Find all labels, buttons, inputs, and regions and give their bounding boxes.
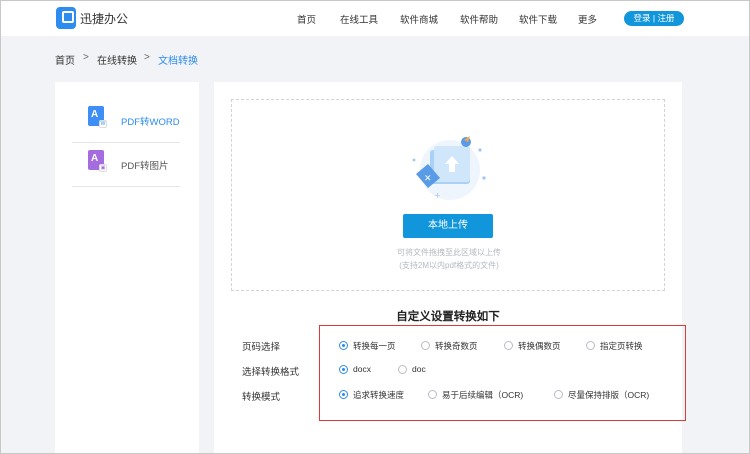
format-label: 选择转换格式	[242, 367, 300, 378]
top-navbar: 迅捷办公 首页 在线工具 软件商城 软件帮助 软件下载 更多 登录 | 注册	[0, 0, 750, 36]
highlight-annotation	[319, 325, 686, 421]
pdf-word-icon: W	[88, 106, 107, 128]
divider	[72, 186, 180, 187]
nav-home[interactable]: 首页	[297, 12, 316, 26]
login-register-button[interactable]: 登录 | 注册	[624, 11, 684, 26]
breadcrumb-doc-convert: 文档转换	[158, 56, 198, 67]
sidebar-item-pdf-to-image[interactable]: ▣ PDF转图片	[72, 144, 180, 188]
nav-more[interactable]: 更多	[578, 12, 597, 26]
svg-text:✕: ✕	[424, 174, 432, 184]
upload-dropzone[interactable]: ✕ + 本地上传 可将文件拖拽至此区域以上传 (支持2M以内pdf格式的文件)	[231, 99, 665, 291]
logo-icon[interactable]	[56, 7, 76, 29]
breadcrumb-separator: >	[83, 52, 89, 63]
nav-software-store[interactable]: 软件商城	[400, 12, 438, 26]
svg-text:+: +	[434, 191, 441, 200]
mode-label: 转换模式	[242, 392, 281, 403]
upload-hint: 可将文件拖拽至此区域以上传	[397, 248, 501, 257]
upload-format-hint: (支持2M以内pdf格式的文件)	[399, 261, 499, 270]
brand-name[interactable]: 迅捷办公	[80, 10, 128, 27]
pdf-image-icon: ▣	[88, 150, 107, 172]
breadcrumb-home[interactable]: 首页	[55, 52, 75, 67]
divider	[72, 142, 180, 143]
nav-software-download[interactable]: 软件下载	[519, 12, 557, 26]
sidebar-item-label: PDF转WORD	[121, 117, 180, 128]
page-selection-label: 页码选择	[242, 342, 281, 353]
nav-online-tools[interactable]: 在线工具	[340, 12, 378, 26]
nav-software-help[interactable]: 软件帮助	[460, 12, 498, 26]
local-upload-button[interactable]: 本地上传	[403, 214, 493, 238]
sidebar-item-pdf-to-word[interactable]: W PDF转WORD	[72, 100, 180, 144]
settings-title: 自定义设置转换如下	[396, 311, 500, 323]
sidebar: W PDF转WORD ▣ PDF转图片	[55, 82, 199, 454]
sidebar-item-label: PDF转图片	[121, 161, 169, 172]
upload-illustration-icon: ✕ +	[412, 136, 486, 200]
breadcrumb-separator: >	[144, 52, 150, 63]
breadcrumb-online-convert[interactable]: 在线转换	[97, 52, 137, 67]
